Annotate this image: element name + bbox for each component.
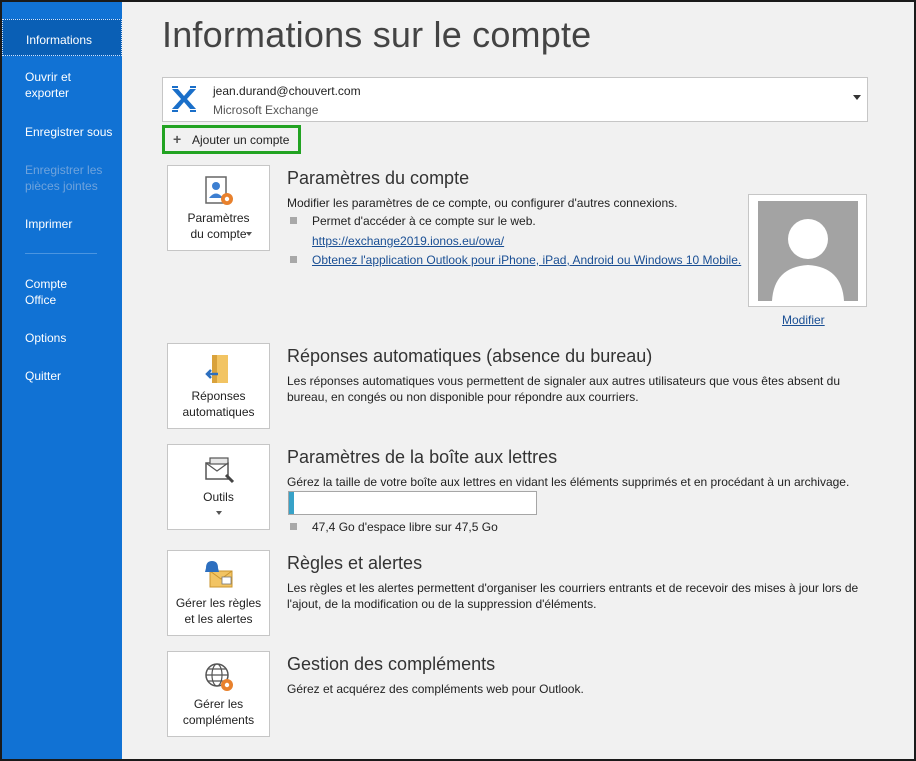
tile-label-line: Paramètres (187, 211, 250, 225)
owa-link[interactable]: https://exchange2019.ionos.eu/owa/ (312, 234, 504, 248)
add-account-label: Ajouter un compte (192, 133, 290, 147)
nav-item-print[interactable]: Imprimer (2, 216, 122, 232)
desc-line: Les règles et les alertes permettent d'o… (287, 581, 859, 595)
auto-replies-icon (205, 355, 228, 383)
account-settings-desc: Modifier les paramètres de ce compte, ou… (287, 196, 678, 210)
mailbox-tools-tile-label: Outils (168, 489, 269, 505)
add-account-button[interactable]: + Ajouter un compte (162, 125, 301, 154)
auto-replies-tile[interactable]: Réponses automatiques (167, 343, 270, 429)
rules-alerts-icon (205, 561, 233, 588)
tile-label-line: Réponses (191, 389, 246, 403)
plus-icon: + (173, 131, 182, 147)
tile-label-line: automatiques (182, 405, 255, 419)
account-settings-icon (205, 176, 233, 205)
backstage-content: Informations sur le compte jean.durand@c… (122, 2, 914, 759)
page-title: Informations sur le compte (162, 14, 592, 55)
desc-line: bureau, en congés ou non disponible pour… (287, 390, 639, 404)
exchange-icon (170, 85, 198, 113)
account-selector[interactable]: jean.durand@chouvert.com Microsoft Excha… (162, 77, 868, 122)
outlook-mobile-link[interactable]: Obtenez l'application Outlook pour iPhon… (312, 253, 741, 267)
avatar (758, 201, 858, 301)
account-type: Microsoft Exchange (213, 103, 319, 117)
storage-free-text: 47,4 Go d'espace libre sur 47,5 Go (312, 520, 498, 534)
auto-replies-title: Réponses automatiques (absence du bureau… (287, 346, 653, 366)
mailbox-tools-tile[interactable]: Outils (167, 444, 270, 530)
tile-label-line: Gérer les (193, 697, 244, 711)
desc-line: l'ajout, de la modification ou de la sup… (287, 597, 597, 611)
tile-label-line: compléments (182, 713, 255, 727)
account-settings-tile[interactable]: Paramètres du compte (167, 165, 270, 251)
nav-item-office-account[interactable]: Compte Office (2, 276, 78, 308)
mailbox-title: Paramètres de la boîte aux lettres (287, 447, 558, 467)
outlook-backstage: Informations Ouvrir et exporter Enregist… (0, 0, 916, 761)
nav-item-open-export[interactable]: Ouvrir et exporter (2, 69, 82, 101)
account-settings-title: Paramètres du compte (287, 168, 470, 188)
account-email: jean.durand@chouvert.com (213, 84, 361, 98)
tile-label-line: Outils (203, 490, 234, 504)
nav-separator (25, 253, 97, 254)
addins-title: Gestion des compléments (287, 654, 496, 674)
tile-label-line: et les alertes (184, 612, 253, 626)
mailbox-desc: Gérez la taille de votre boîte aux lettr… (287, 475, 850, 489)
chevron-down-icon (246, 232, 252, 236)
nav-item-quit[interactable]: Quitter (2, 368, 122, 384)
rules-desc: Les règles et les alertes permettent d'o… (287, 580, 858, 612)
desc-line: Les réponses automatiques vous permetten… (287, 374, 841, 388)
auto-replies-desc: Les réponses automatiques vous permetten… (287, 373, 840, 405)
web-access-text: Permet d'accéder à ce compte sur le web. (312, 214, 536, 228)
addins-globe-icon (205, 663, 233, 691)
auto-replies-tile-label: Réponses automatiques (168, 388, 269, 420)
addins-tile[interactable]: Gérer les compléments (167, 651, 270, 737)
bullet-icon (290, 217, 297, 224)
rules-title: Règles et alertes (287, 553, 423, 573)
rules-tile[interactable]: Gérer les règles et les alertes (167, 550, 270, 636)
addins-tile-label: Gérer les compléments (168, 696, 269, 728)
nav-item-save-attachments: Enregistrer les pièces jointes (25, 163, 103, 193)
addins-desc: Gérez et acquérez des compléments web po… (287, 682, 584, 696)
person-silhouette-icon (772, 219, 844, 301)
mailbox-tools-icon (205, 457, 235, 484)
nav-item-informations[interactable]: Informations (2, 19, 122, 56)
backstage-sidebar: Informations Ouvrir et exporter Enregist… (2, 2, 122, 759)
tile-label-line: du compte (190, 227, 247, 241)
account-settings-tile-label: Paramètres du compte (168, 210, 269, 242)
bullet-icon (290, 523, 297, 530)
chevron-down-icon (216, 511, 222, 515)
nav-item-save-as[interactable]: Enregistrer sous (2, 124, 122, 140)
profile-photo (748, 194, 867, 307)
modify-photo-link[interactable]: Modifier (782, 313, 825, 327)
rules-tile-label: Gérer les règles et les alertes (168, 595, 269, 627)
storage-bar-fill (289, 492, 294, 514)
bullet-icon (290, 256, 297, 263)
tile-label-line: Gérer les règles (175, 596, 262, 610)
nav-item-options[interactable]: Options (2, 330, 122, 346)
mailbox-storage-bar (288, 491, 537, 515)
chevron-down-icon (853, 95, 861, 100)
